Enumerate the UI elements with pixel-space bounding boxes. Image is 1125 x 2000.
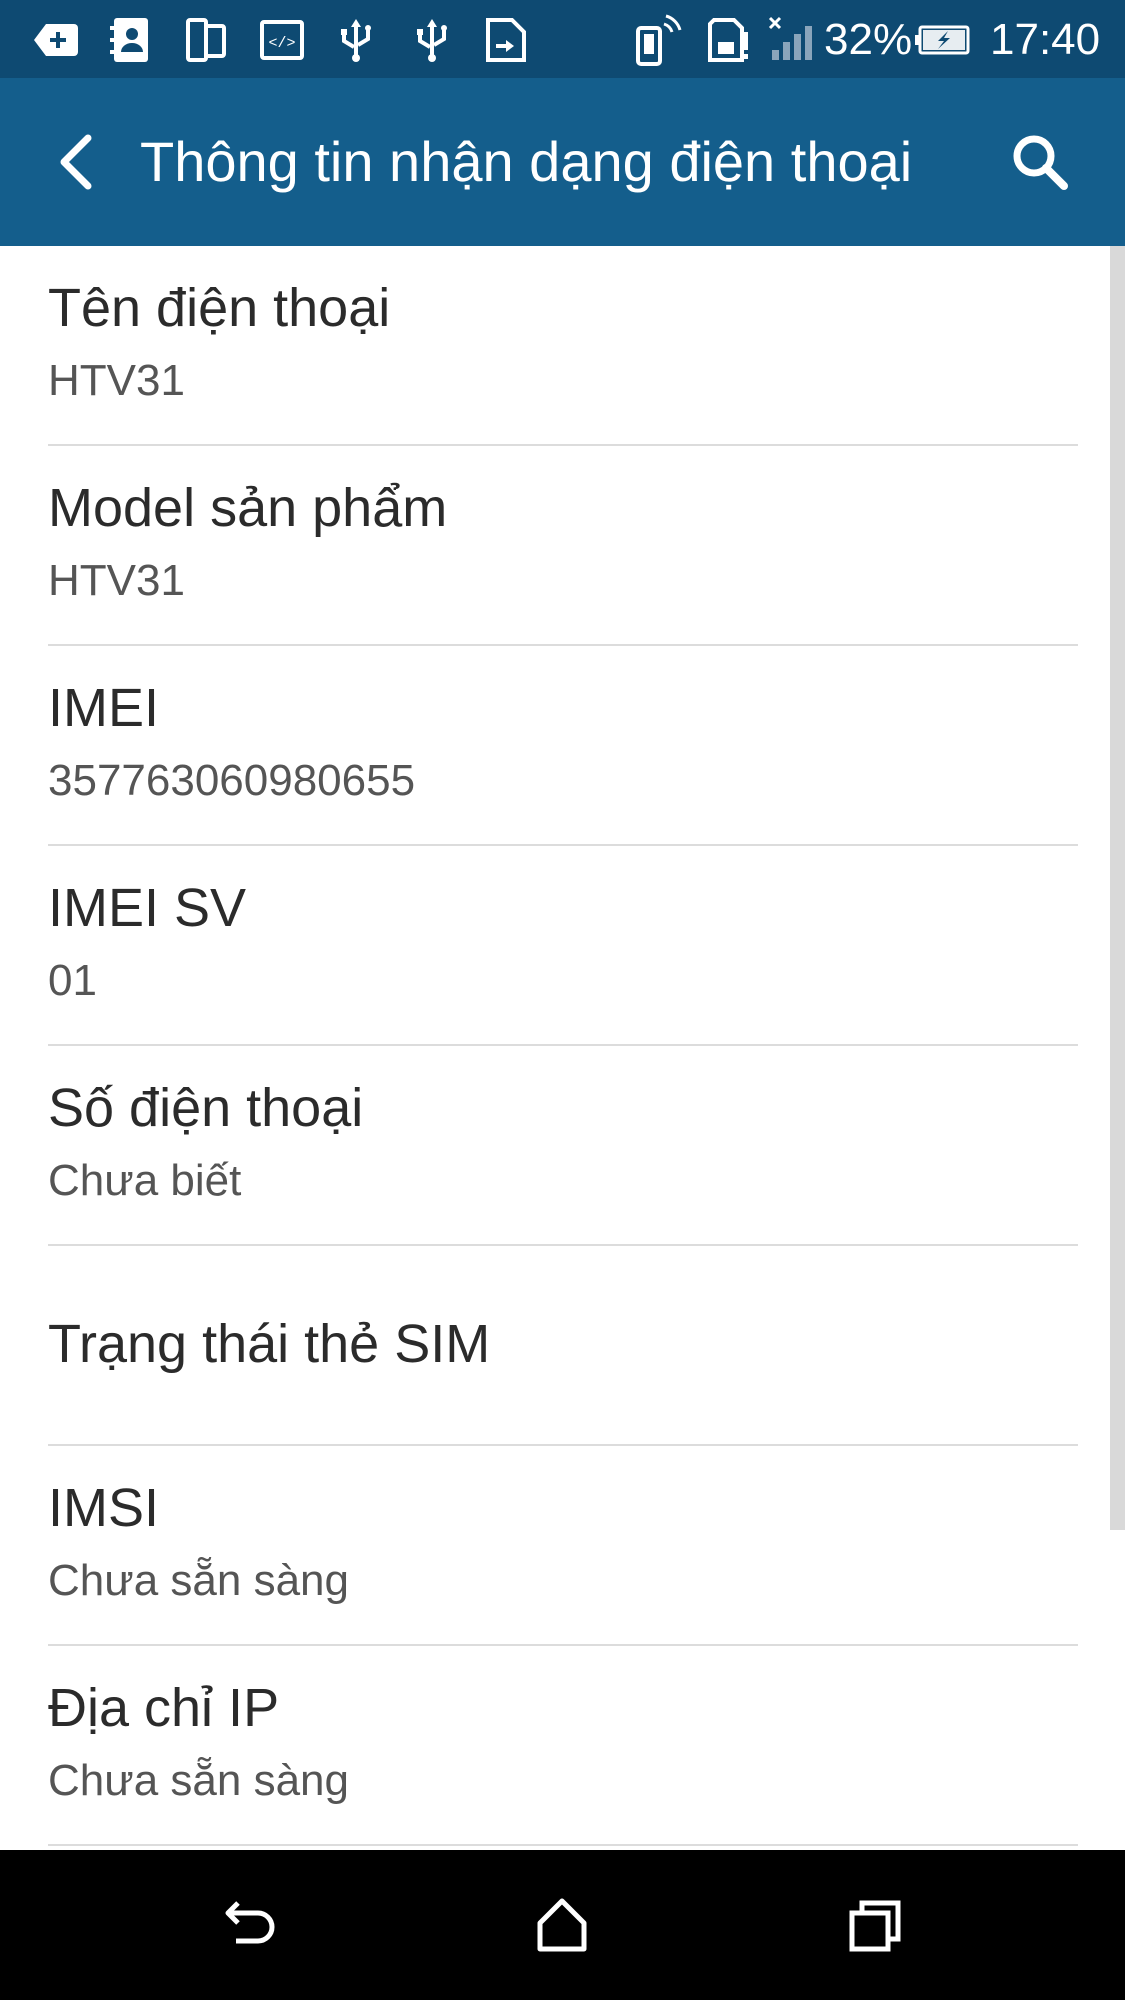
item-title: IMEI [48, 678, 160, 738]
back-arrow-icon[interactable] [36, 122, 116, 202]
app-bar: Thông tin nhận dạng điện thoại [0, 78, 1125, 246]
item-value: 01 [48, 956, 97, 1005]
divider [48, 1844, 1078, 1846]
signal-no-service-icon [764, 14, 816, 66]
battery-percent: 32% [824, 15, 913, 64]
item-value: Chưa biết [48, 1156, 242, 1205]
vibrate-phone-icon [632, 14, 684, 66]
status-bar: </> 32% 17:40 [0, 0, 1125, 78]
list-item-phone-number[interactable]: Số điện thoại Chưa biết [0, 1046, 1125, 1246]
usb-icon [330, 14, 382, 66]
clock: 17:40 [990, 15, 1101, 64]
item-value: Chưa sẵn sàng [48, 1756, 349, 1805]
scrollbar[interactable] [1110, 246, 1125, 1530]
search-icon[interactable] [1000, 122, 1080, 202]
item-title: Tên điện thoại [48, 278, 391, 338]
nav-home-icon[interactable] [522, 1885, 602, 1965]
info-list: Tên điện thoại HTV31 Model sản phẩm HTV3… [0, 246, 1125, 1846]
usb-icon [406, 14, 458, 66]
list-item-model[interactable]: Model sản phẩm HTV31 [0, 446, 1125, 646]
list-item-phone-name[interactable]: Tên điện thoại HTV31 [0, 246, 1125, 446]
item-title: Trạng thái thẻ SIM [48, 1314, 491, 1374]
battery-charging-icon [914, 14, 970, 66]
item-title: Số điện thoại [48, 1078, 364, 1138]
item-value: HTV31 [48, 556, 185, 605]
item-title: IMEI SV [48, 878, 247, 938]
item-value: 357763060980655 [48, 756, 416, 805]
item-title: Model sản phẩm [48, 478, 448, 538]
add-box-icon [30, 14, 82, 66]
screen: </> 32% 17:40 Thông tin nhận dạng điện t… [0, 0, 1125, 2000]
list-item-imei-sv[interactable]: IMEI SV 01 [0, 846, 1125, 1046]
nav-bar [0, 1850, 1125, 2000]
page-title: Thông tin nhận dạng điện thoại [140, 130, 913, 193]
code-icon: </> [256, 14, 308, 66]
list-item-imsi[interactable]: IMSI Chưa sẵn sàng [0, 1446, 1125, 1646]
nav-recents-icon[interactable] [836, 1885, 916, 1965]
list-item-ip-address[interactable]: Địa chỉ IP Chưa sẵn sàng [0, 1646, 1125, 1846]
item-value: HTV31 [48, 356, 185, 405]
item-value: Chưa sẵn sàng [48, 1556, 349, 1605]
item-title: IMSI [48, 1478, 160, 1538]
svg-text:</>: </> [268, 35, 295, 52]
contacts-icon [104, 14, 156, 66]
phone-tablet-icon [180, 14, 232, 66]
nav-back-icon[interactable] [212, 1885, 292, 1965]
list-item-imei[interactable]: IMEI 357763060980655 [0, 646, 1125, 846]
file-transfer-icon [480, 14, 532, 66]
sd-card-alert-icon [702, 14, 754, 66]
list-item-sim-status[interactable]: Trạng thái thẻ SIM [0, 1246, 1125, 1446]
item-title: Địa chỉ IP [48, 1678, 280, 1738]
